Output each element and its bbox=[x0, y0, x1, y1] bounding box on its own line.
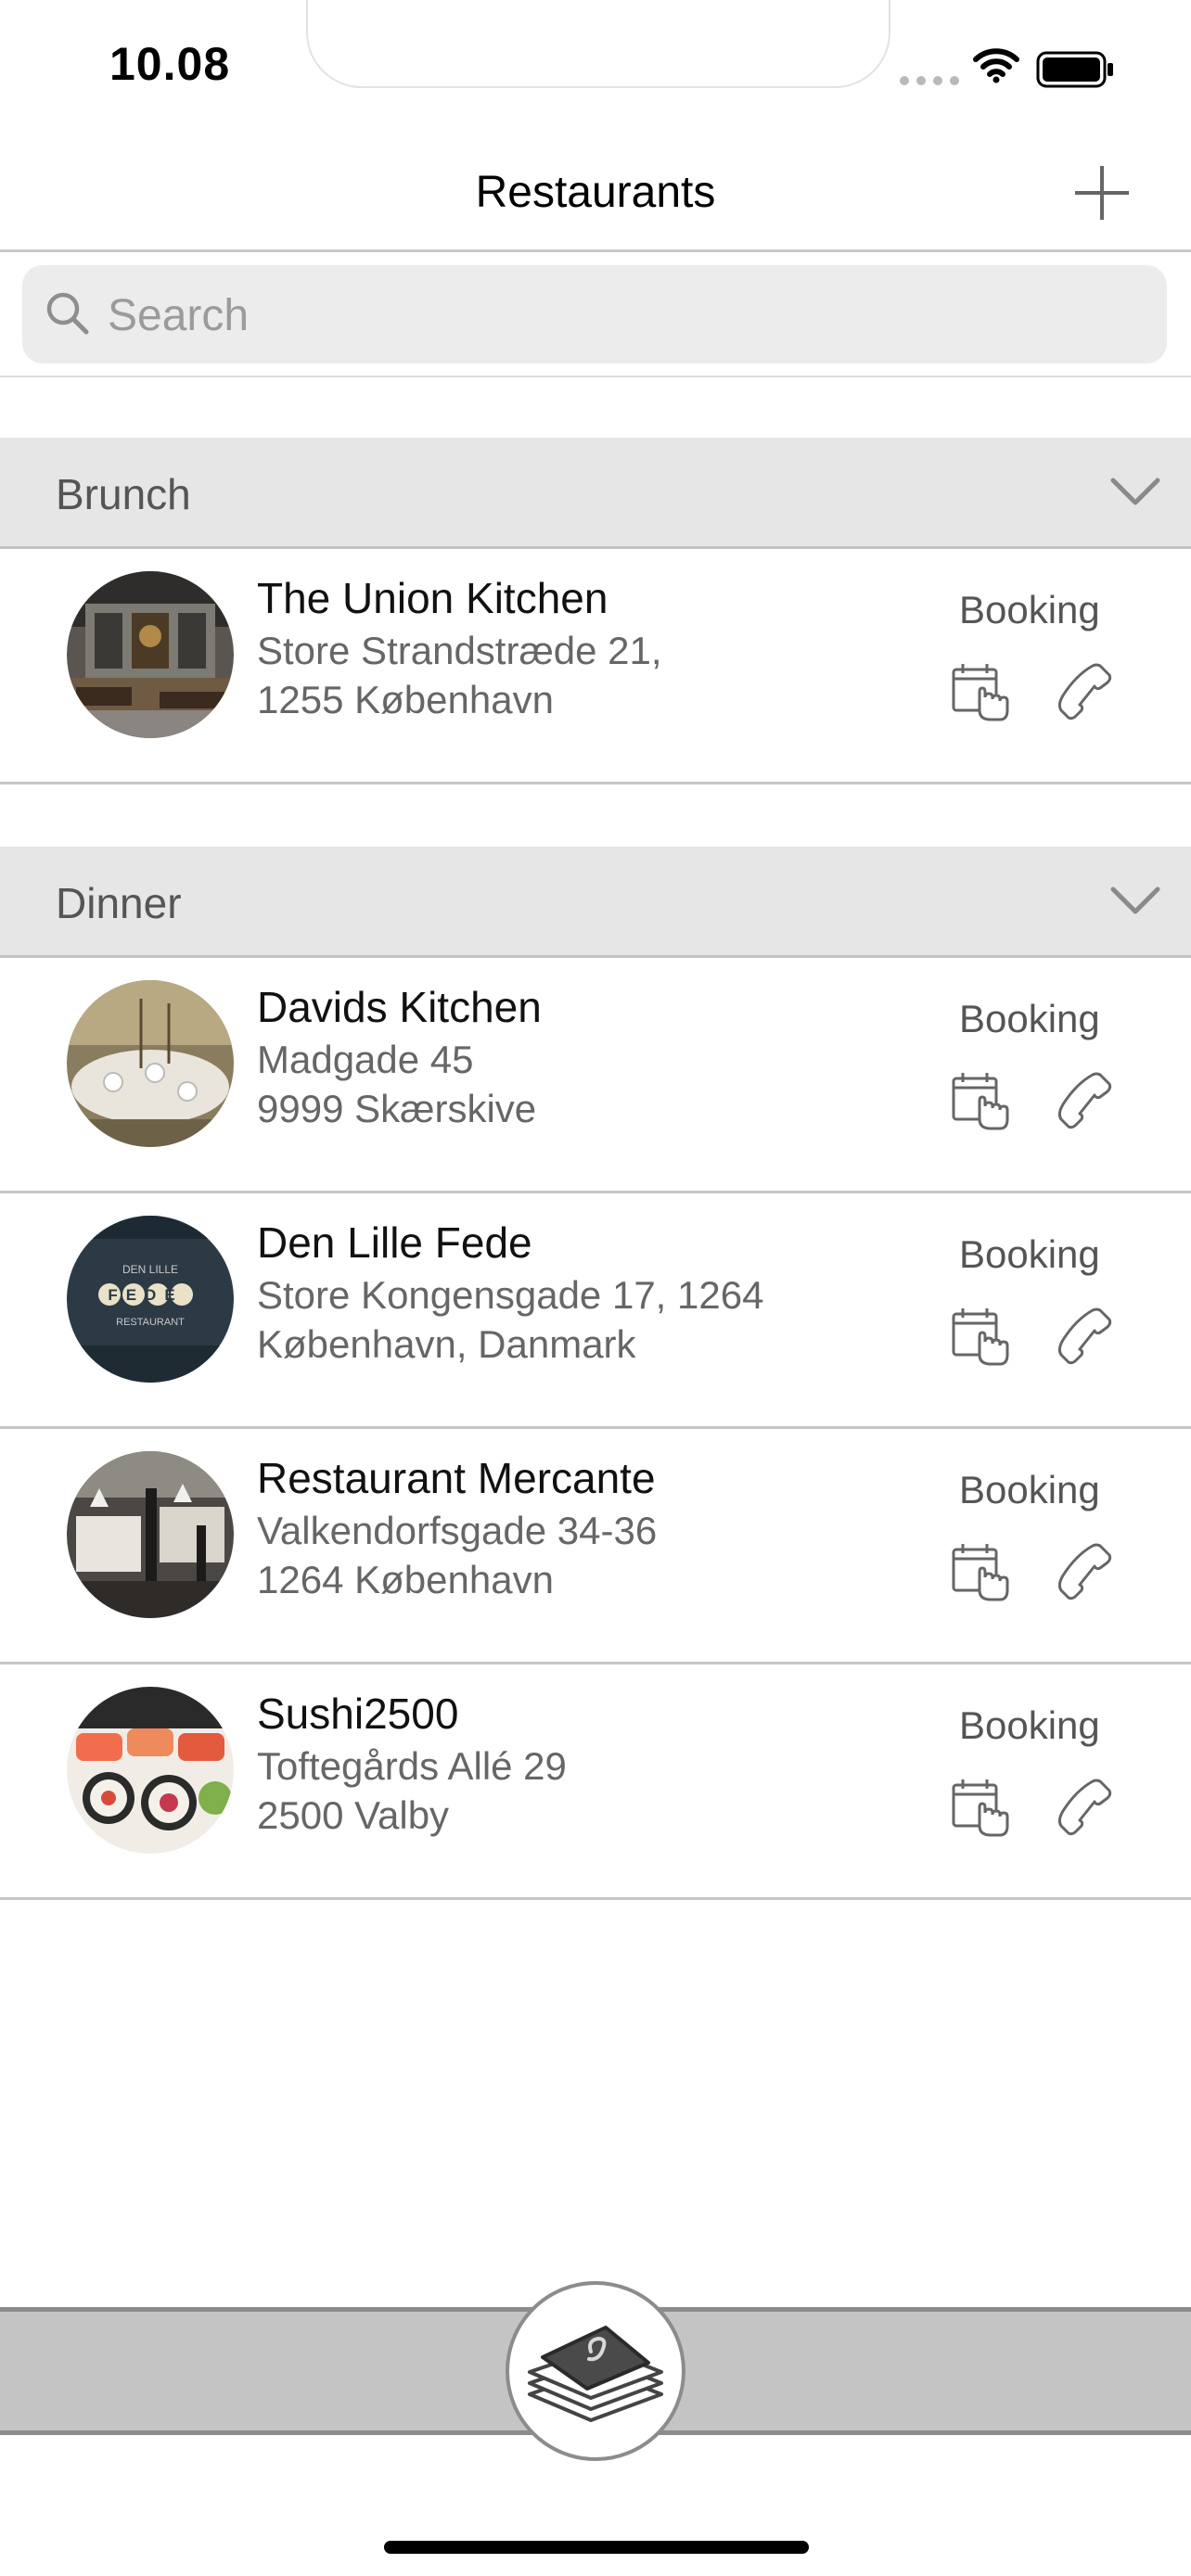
phone-icon[interactable] bbox=[1052, 1774, 1117, 1839]
search-area bbox=[0, 252, 1191, 377]
restaurant-address-line1: Toftegårds Allé 29 bbox=[257, 1744, 567, 1788]
tab-center-button[interactable] bbox=[506, 2281, 685, 2461]
status-bar: 10.08 bbox=[0, 0, 1191, 139]
restaurant-address-line2: 9999 Skærskive bbox=[257, 1087, 537, 1130]
book-stack-icon bbox=[528, 2326, 663, 2422]
page-title: Restaurants bbox=[475, 168, 716, 217]
restaurant-address-line1: Store Kongensgade 17, 1264 bbox=[257, 1273, 764, 1317]
phone-icon[interactable] bbox=[1052, 658, 1117, 723]
restaurant-row[interactable]: Sushi2500 Toftegårds Allé 29 2500 Valby … bbox=[0, 1664, 1191, 1900]
booking-icon[interactable] bbox=[948, 1538, 1013, 1603]
restaurant-name: Davids Kitchen bbox=[257, 983, 542, 1031]
wifi-icon bbox=[973, 48, 1019, 83]
booking-icon[interactable] bbox=[948, 1774, 1013, 1839]
search-icon bbox=[46, 292, 89, 335]
signal-icon bbox=[900, 76, 959, 85]
restaurant-row[interactable]: The Union Kitchen Store Strandstræde 21,… bbox=[0, 549, 1191, 784]
chevron-down-icon[interactable] bbox=[1109, 886, 1161, 915]
restaurant-name: Restaurant Mercante bbox=[257, 1454, 656, 1502]
status-time: 10.08 bbox=[109, 38, 231, 90]
restaurant-address-line2: 2500 Valby bbox=[257, 1793, 450, 1837]
restaurant-name: Sushi2500 bbox=[257, 1690, 459, 1738]
restaurant-address-line1: Valkendorfsgade 34-36 bbox=[257, 1509, 658, 1552]
restaurant-address-line2: 1264 København bbox=[257, 1558, 554, 1601]
restaurant-photo bbox=[67, 980, 234, 1147]
navigation-bar: Restaurants bbox=[0, 139, 1191, 252]
restaurant-photo bbox=[67, 571, 234, 738]
restaurant-row[interactable]: Restaurant Mercante Valkendorfsgade 34-3… bbox=[0, 1429, 1191, 1664]
booking-icon[interactable] bbox=[948, 1067, 1013, 1132]
notch bbox=[306, 0, 890, 88]
search-bar[interactable] bbox=[22, 265, 1167, 363]
section-header-brunch[interactable]: Brunch bbox=[0, 438, 1191, 549]
booking-label: Booking bbox=[959, 588, 1100, 631]
booking-label: Booking bbox=[959, 1703, 1100, 1747]
battery-icon bbox=[1036, 51, 1113, 88]
phone-icon[interactable] bbox=[1052, 1303, 1117, 1368]
booking-icon[interactable] bbox=[948, 1303, 1013, 1368]
restaurant-name: The Union Kitchen bbox=[257, 574, 608, 622]
chevron-down-icon[interactable] bbox=[1109, 477, 1161, 506]
restaurant-photo bbox=[67, 1687, 234, 1854]
restaurant-address-line1: Store Strandstræde 21, bbox=[257, 629, 662, 672]
section-header-dinner[interactable]: Dinner bbox=[0, 847, 1191, 958]
search-input[interactable] bbox=[106, 282, 1148, 349]
restaurant-photo: DEN LILLE FEDE RESTAURANT bbox=[67, 1216, 234, 1383]
restaurant-name: Den Lille Fede bbox=[257, 1218, 532, 1267]
add-restaurant-button[interactable] bbox=[1071, 162, 1133, 223]
section-title: Dinner bbox=[56, 879, 182, 927]
restaurant-row[interactable]: Davids Kitchen Madgade 45 9999 Skærskive… bbox=[0, 958, 1191, 1193]
restaurant-row[interactable]: DEN LILLE FEDE RESTAURANT Den Lille Fede… bbox=[0, 1193, 1191, 1429]
logo-text-den-lille: DEN LILLE bbox=[122, 1263, 178, 1276]
restaurant-photo bbox=[67, 1451, 234, 1618]
phone-icon[interactable] bbox=[1052, 1067, 1117, 1132]
phone-icon[interactable] bbox=[1052, 1538, 1117, 1603]
section-title: Brunch bbox=[56, 470, 191, 518]
booking-label: Booking bbox=[959, 997, 1100, 1040]
restaurant-address-line1: Madgade 45 bbox=[257, 1038, 474, 1081]
restaurant-address-line2: 1255 København bbox=[257, 678, 554, 721]
booking-icon[interactable] bbox=[948, 658, 1013, 723]
home-indicator[interactable] bbox=[384, 2541, 809, 2554]
logo-text-restaurant: RESTAURANT bbox=[116, 1317, 185, 1328]
booking-label: Booking bbox=[959, 1468, 1100, 1511]
logo-text-fede: FEDE bbox=[108, 1286, 183, 1304]
restaurant-address-line2: København, Danmark bbox=[257, 1322, 636, 1366]
booking-label: Booking bbox=[959, 1232, 1100, 1276]
